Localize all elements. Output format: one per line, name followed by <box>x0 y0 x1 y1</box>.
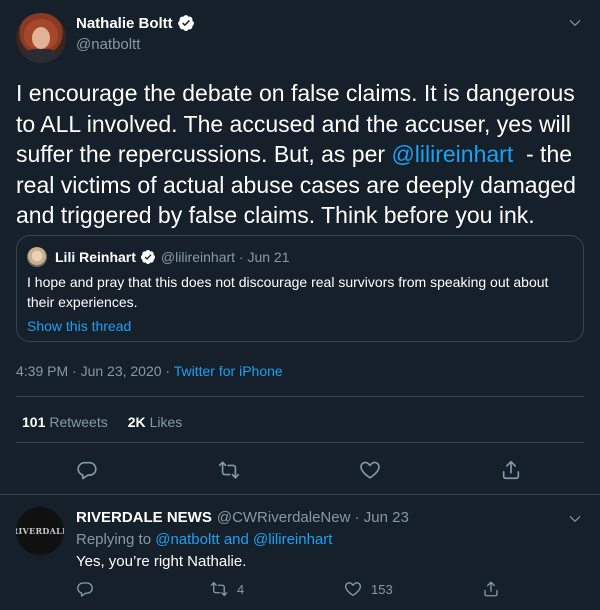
chevron-down-icon[interactable] <box>568 512 582 526</box>
tweet-time[interactable]: 4:39 PM · Jun 23, 2020 · <box>16 363 174 379</box>
quoted-tweet-header: Lili Reinhart @lilireinhart · Jun 21 <box>55 249 290 265</box>
reply-retweet-count: 4 <box>237 581 245 597</box>
quoted-tweet-meta: @lilireinhart · Jun 21 <box>160 249 290 265</box>
retweets-count: 101 <box>22 414 46 430</box>
reply-meta[interactable]: @CWRiverdaleNew · Jun 23 <box>217 509 409 526</box>
reply-actions: 4 153 <box>0 580 600 600</box>
reply-retweet-button[interactable]: 4 <box>210 580 244 598</box>
reply-text: Yes, you’re right Nathalie. <box>76 553 247 570</box>
quoted-tweet-text: I hope and pray that this does not disco… <box>27 274 549 310</box>
author-avatar[interactable] <box>16 13 66 63</box>
likes-count: 2K <box>127 414 146 430</box>
retweets-stat[interactable]: 101 Retweets <box>22 414 108 430</box>
share-icon <box>484 581 498 597</box>
quoted-tweet[interactable]: Lili Reinhart @lilireinhart · Jun 21 I h… <box>16 235 584 342</box>
tweet-timestamp: 4:39 PM · Jun 23, 2020 · Twitter for iPh… <box>16 363 283 379</box>
quoted-author-avatar[interactable] <box>27 247 47 267</box>
like-icon[interactable] <box>359 459 381 481</box>
reply-author-name[interactable]: RIVERDALE NEWS <box>76 509 212 526</box>
author-name-row[interactable]: Nathalie Boltt <box>76 14 195 32</box>
likes-stat[interactable]: 2K Likes <box>128 414 183 430</box>
reply-icon[interactable] <box>76 459 98 481</box>
verified-badge-icon <box>140 250 155 264</box>
verified-badge-icon <box>177 15 194 31</box>
main-tweet: Nathalie Boltt @natboltt I encourage the… <box>0 0 600 495</box>
replying-to-mentions[interactable]: @natboltt and @lilireinhart <box>155 531 332 548</box>
quoted-author-name[interactable]: Lili Reinhart <box>55 249 136 265</box>
chevron-down-icon[interactable] <box>568 16 582 30</box>
retweets-label: Retweets <box>49 414 108 430</box>
reply-header: RIVERDALE NEWS @CWRiverdaleNew · Jun 23 <box>76 509 409 526</box>
reply-like-button[interactable]: 153 <box>344 580 393 598</box>
divider <box>16 442 584 443</box>
tweet-stats: 101 Retweets 2K Likes <box>22 414 202 430</box>
reply-tweet[interactable]: RIVERDALE RIVERDALE NEWS @CWRiverdaleNew… <box>0 495 600 610</box>
reply-share-button[interactable] <box>482 580 509 598</box>
tweet-actions <box>0 459 600 483</box>
replying-to: Replying to @natboltt and @lilireinhart <box>76 531 332 548</box>
reply-icon <box>77 582 93 597</box>
divider <box>16 396 584 397</box>
replying-to-prefix: Replying to <box>76 531 156 548</box>
retweet-icon[interactable] <box>218 459 240 481</box>
author-name[interactable]: Nathalie Boltt <box>76 15 173 32</box>
show-thread-link[interactable]: Show this thread <box>27 318 131 334</box>
author-handle[interactable]: @natboltt <box>76 36 140 53</box>
reply-like-count: 153 <box>371 581 393 597</box>
reply-author-avatar[interactable]: RIVERDALE <box>16 507 64 555</box>
reply-reply-button[interactable] <box>76 580 103 598</box>
share-icon[interactable] <box>500 459 522 481</box>
reply-avatar-logo: RIVERDALE <box>16 526 64 536</box>
retweet-icon <box>210 581 228 597</box>
likes-label: Likes <box>149 414 183 430</box>
tweet-source-link[interactable]: Twitter for iPhone <box>174 363 283 379</box>
like-icon <box>344 582 362 597</box>
mention-link[interactable]: @lilireinhart <box>391 141 513 167</box>
tweet-text: I encourage the debate on false claims. … <box>16 78 586 231</box>
